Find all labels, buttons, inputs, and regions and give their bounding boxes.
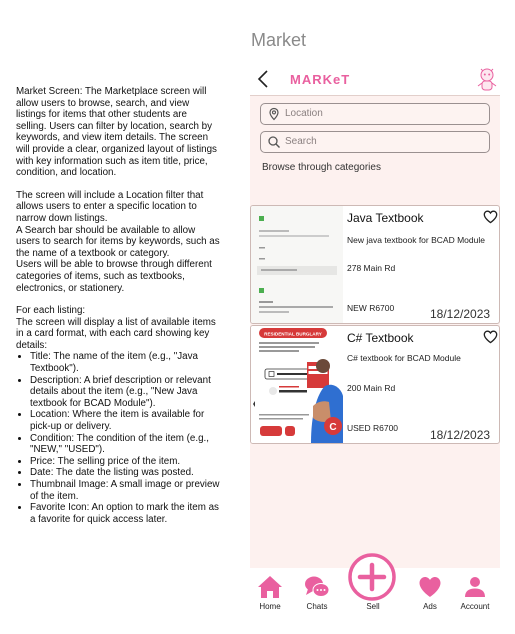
description-bullet: Title: The name of the item (e.g., "Java…	[30, 351, 220, 374]
search-input[interactable]: Search	[260, 131, 490, 153]
location-input[interactable]: Location	[260, 103, 490, 125]
description-bullet: Location: Where the item is available fo…	[30, 409, 220, 432]
search-placeholder: Search	[285, 136, 317, 147]
description-bullet: Favorite Icon: An option to mark the ite…	[30, 502, 220, 525]
description-paragraph: Users will be able to browse through dif…	[16, 259, 212, 294]
listing-title: Java Textbook	[347, 211, 424, 225]
listing-card[interactable]: Java Textbook New java textbook for BCAD…	[250, 205, 500, 324]
description-bullet: Description: A brief description or rele…	[30, 375, 220, 410]
heart-ads-icon	[419, 577, 441, 597]
user-account-icon	[465, 577, 485, 597]
listing-card[interactable]: RESIDENTIAL BURGLARY C C# Textbook C# te…	[250, 325, 500, 444]
back-arrow-icon[interactable]	[256, 70, 270, 88]
listing-location: 200 Main Rd	[347, 383, 396, 393]
description-paragraph: Market Screen: The Marketplace screen wi…	[16, 86, 217, 179]
nav-chats-label: Chats	[306, 602, 328, 611]
sell-plus-button[interactable]	[348, 553, 396, 601]
favorite-heart-icon[interactable]	[483, 210, 498, 224]
location-placeholder: Location	[285, 108, 323, 119]
textbook-preview-image	[251, 206, 343, 323]
description-panel: Market Screen: The Marketplace screen wi…	[16, 86, 220, 525]
listing-location: 278 Main Rd	[347, 263, 396, 273]
listing-condition-price: USED R6700	[347, 423, 399, 433]
report-preview-image: RESIDENTIAL BURGLARY C	[251, 326, 343, 443]
description-paragraph: The screen will include a Location filte…	[16, 189, 204, 224]
nav-ads-label: Ads	[423, 602, 437, 611]
svg-text:C: C	[329, 422, 336, 433]
home-icon	[258, 576, 282, 598]
nav-sell-label: Sell	[366, 602, 380, 611]
description-bullet: Date: The date the listing was posted.	[30, 467, 220, 479]
description-bullet: Thumbnail Image: A small image or previe…	[30, 479, 220, 502]
listing-condition-price: NEW R6700	[347, 303, 395, 313]
description-bullet: Price: The selling price of the item.	[30, 456, 220, 468]
browse-categories-link[interactable]: Browse through categories	[262, 162, 381, 173]
search-icon	[268, 136, 280, 148]
report-banner-text: RESIDENTIAL BURGLARY	[264, 332, 322, 337]
description-bullet: Condition: The condition of the item (e.…	[30, 433, 220, 456]
top-bar: MARKeT	[250, 63, 500, 96]
listing-description: New java textbook for BCAD Module	[347, 235, 485, 245]
location-pin-icon	[269, 107, 279, 121]
nav-home[interactable]: Home	[250, 568, 290, 613]
description-paragraph: A Search bar should be available to allo…	[16, 224, 220, 259]
listing-title: C# Textbook	[347, 331, 414, 345]
nav-ads[interactable]: Ads	[410, 568, 450, 613]
nav-account[interactable]: Account	[455, 568, 495, 613]
app-title: MARKeT	[290, 72, 351, 87]
mascot-profile-icon[interactable]	[476, 66, 498, 93]
frame-title: Market	[251, 30, 307, 50]
listing-thumbnail	[251, 206, 343, 323]
description-paragraph: The screen will display a list of availa…	[16, 316, 216, 351]
phone-screen: MARKeT Location Search Browse through ca…	[250, 63, 500, 613]
chat-bubbles-icon	[305, 576, 330, 597]
listing-date: 18/12/2023	[430, 307, 491, 321]
description-paragraph: For each listing:	[16, 305, 86, 317]
listing-date: 18/12/2023	[430, 428, 491, 442]
nav-chats[interactable]: Chats	[297, 568, 337, 613]
listing-thumbnail: RESIDENTIAL BURGLARY C	[251, 326, 343, 443]
favorite-heart-icon[interactable]	[483, 330, 498, 344]
description-list: Title: The name of the item (e.g., "Java…	[16, 351, 220, 525]
listing-description: C# textbook for BCAD Module	[347, 353, 461, 363]
nav-account-label: Account	[460, 602, 490, 611]
nav-home-label: Home	[259, 602, 281, 611]
